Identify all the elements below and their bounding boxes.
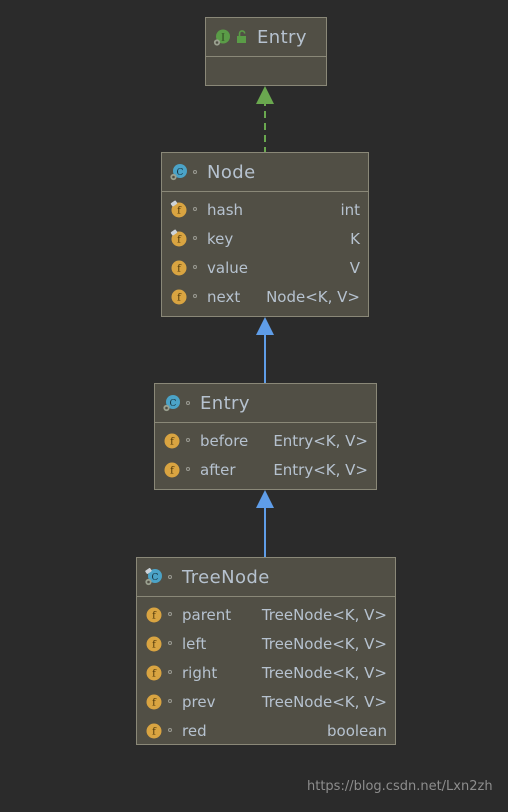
class-box-entry-interface[interactable]: I Entry [205,17,327,86]
class-icon: C [169,163,188,182]
class-icon: C [144,567,163,587]
field-type: Entry<K, V> [273,431,368,450]
visibility-dot-icon [191,163,202,182]
visibility-dot-icon [166,721,177,740]
field-row[interactable]: f red boolean [137,716,395,745]
field-icon: f [162,460,181,479]
visibility-dot-icon [191,287,202,306]
visibility-dot-icon [166,692,177,711]
connector-entry-extends-node [256,317,274,385]
svg-text:C: C [152,573,159,583]
interface-icon: I [213,28,232,47]
field-name: hash [207,200,244,219]
field-row[interactable]: f next Node<K, V> [162,282,368,311]
field-row[interactable]: f hash int [162,195,368,224]
svg-text:C: C [177,168,184,178]
visibility-dot-icon [184,460,195,479]
field-name: right [182,663,218,682]
visibility-dot-icon [166,634,177,653]
class-header: C TreeNode [137,558,395,597]
connector-node-implements-entry [256,86,274,154]
field-row[interactable]: f key K [162,224,368,253]
field-type: TreeNode<K, V> [261,663,387,682]
class-header: C Entry [155,384,376,423]
field-type: K [350,229,360,248]
field-type: TreeNode<K, V> [261,605,387,624]
svg-text:I: I [221,33,225,43]
field-name: value [207,258,248,277]
field-type: Node<K, V> [266,287,360,306]
field-icon: f [169,200,188,219]
field-row[interactable]: f after Entry<K, V> [155,455,376,484]
field-icon: f [169,229,188,248]
class-box-entry[interactable]: C Entry f before Entry<K, V> f after Ent… [154,383,377,490]
diagram-canvas: I Entry C Node f hash int f key K f valu… [0,0,508,812]
class-name: Entry [200,392,250,414]
field-name: after [200,460,236,479]
visibility-dot-icon [166,663,177,682]
field-row[interactable]: f left TreeNode<K, V> [137,629,395,658]
class-header: I Entry [206,18,326,57]
field-icon: f [144,634,163,653]
field-row[interactable]: f prev TreeNode<K, V> [137,687,395,716]
field-name: before [200,431,249,450]
field-name: parent [182,605,232,624]
visibility-dot-icon [191,258,202,277]
field-name: key [207,229,234,248]
class-members: f parent TreeNode<K, V> f left TreeNode<… [137,597,395,749]
class-name: Node [207,161,256,183]
field-icon: f [144,663,163,682]
class-name: TreeNode [182,566,270,588]
visibility-dot-icon [191,200,202,219]
field-icon: f [169,258,188,277]
class-box-treenode[interactable]: C TreeNode f parent TreeNode<K, V> f lef… [136,557,396,745]
class-members-empty [206,57,326,93]
field-icon: f [144,605,163,624]
visibility-dot-icon [166,568,177,587]
field-name: left [182,634,207,653]
class-icon: C [162,394,181,413]
field-type: Entry<K, V> [273,460,368,479]
field-name: next [207,287,241,306]
field-type: int [340,200,360,219]
field-icon: f [162,431,181,450]
field-row[interactable]: f right TreeNode<K, V> [137,658,395,687]
class-header: C Node [162,153,368,192]
field-type: boolean [327,721,387,740]
field-type: TreeNode<K, V> [261,692,387,711]
visibility-dot-icon [166,605,177,624]
class-members: f before Entry<K, V> f after Entry<K, V> [155,423,376,488]
field-icon: f [144,692,163,711]
field-row[interactable]: f before Entry<K, V> [155,426,376,455]
field-name: prev [182,692,216,711]
class-name: Entry [257,26,307,48]
class-members: f hash int f key K f value V f next Node… [162,192,368,315]
connector-treenode-extends-entry [256,490,274,560]
class-box-node[interactable]: C Node f hash int f key K f value V f ne… [161,152,369,317]
visibility-dot-icon [184,431,195,450]
visibility-dot-icon [184,394,195,413]
visibility-dot-icon [191,229,202,248]
field-row[interactable]: f value V [162,253,368,282]
field-name: red [182,721,207,740]
watermark-text: https://blog.csdn.net/Lxn2zh [307,779,493,794]
field-type: V [349,258,360,277]
lock-icon [235,28,249,47]
field-type: TreeNode<K, V> [261,634,387,653]
field-row[interactable]: f parent TreeNode<K, V> [137,600,395,629]
field-icon: f [144,721,163,740]
svg-text:C: C [170,399,177,409]
field-icon: f [169,287,188,306]
